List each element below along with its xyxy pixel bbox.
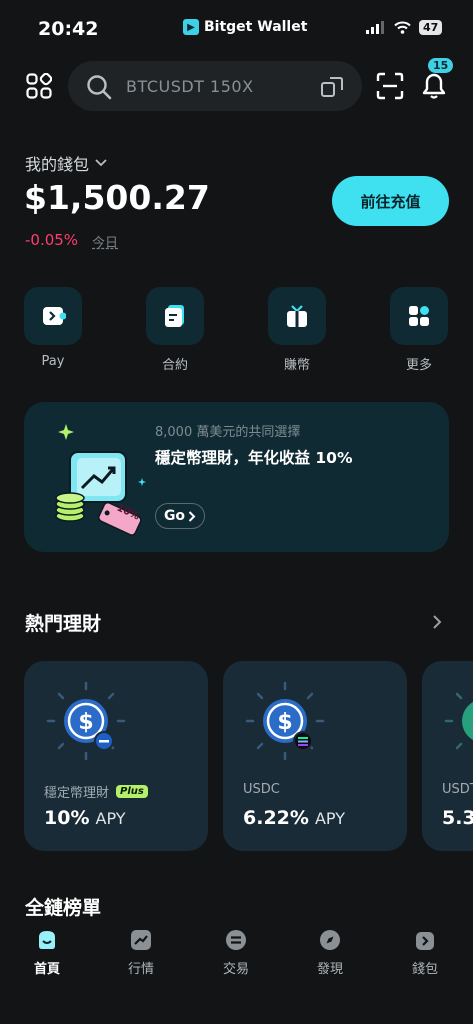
quick-action-pay[interactable]: Pay bbox=[23, 287, 83, 369]
card-label: USDT bbox=[442, 782, 473, 797]
battery-indicator: 47 bbox=[419, 20, 443, 35]
quick-action-label: 更多 bbox=[405, 358, 432, 373]
nav-discover[interactable]: 發現 bbox=[300, 928, 360, 977]
card-rate: 5.3 bbox=[442, 807, 473, 829]
wallet-selector[interactable]: 我的錢包 bbox=[25, 151, 107, 175]
chain-ranking-title: 全鏈榜單 bbox=[25, 897, 102, 919]
promo-banner[interactable]: 10% 8,000 萬美元的共同選擇 穩定幣理財，年化收益 10% Go bbox=[24, 402, 449, 552]
quick-action-contract[interactable]: 合約 bbox=[145, 287, 205, 373]
quick-action-more[interactable]: 更多 bbox=[389, 287, 449, 373]
card-rate: 10% bbox=[44, 807, 90, 829]
quick-action-label: Pay bbox=[41, 354, 65, 369]
pay-icon bbox=[24, 287, 82, 345]
usdt-coin-icon bbox=[444, 692, 473, 750]
card-title: 穩定幣理財 bbox=[44, 786, 110, 801]
wallet-icon bbox=[416, 932, 434, 950]
plus-badge: Plus bbox=[116, 785, 148, 798]
bitget-logo-icon: ▶ bbox=[183, 19, 199, 35]
nav-label: 錢包 bbox=[411, 962, 438, 977]
card-title: USDT bbox=[442, 782, 473, 797]
quick-action-label: 合約 bbox=[161, 358, 188, 373]
search-input[interactable]: BTCUSDT 150X bbox=[126, 77, 254, 96]
nav-label: 行情 bbox=[127, 962, 154, 977]
contract-icon bbox=[146, 287, 204, 345]
bell-icon[interactable] bbox=[420, 70, 448, 100]
promo-go-label: Go bbox=[163, 508, 186, 524]
chevron-right-icon[interactable] bbox=[432, 614, 442, 630]
wallet-balance: $1,500.27 bbox=[24, 178, 210, 217]
wallet-label: 我的錢包 bbox=[25, 155, 90, 174]
search-icon bbox=[87, 75, 112, 100]
svg-text:$: $ bbox=[78, 710, 93, 735]
nav-market[interactable]: 行情 bbox=[111, 928, 171, 977]
scan-icon[interactable] bbox=[376, 72, 404, 100]
card-rate: 6.22% bbox=[243, 807, 309, 829]
nav-label: 首頁 bbox=[33, 962, 60, 977]
promo-title: 穩定幣理財，年化收益 10% bbox=[155, 449, 353, 467]
promo-subtitle: 8,000 萬美元的共同選擇 bbox=[155, 425, 301, 440]
nav-wallet[interactable]: 錢包 bbox=[395, 928, 455, 977]
card-unit: APY bbox=[95, 809, 126, 828]
swap-copy-icon[interactable] bbox=[320, 75, 344, 99]
usdc-coin-icon: $ bbox=[245, 681, 325, 761]
card-title: USDC bbox=[243, 782, 280, 797]
chevron-right-icon bbox=[188, 510, 196, 522]
change-period[interactable]: 今日 bbox=[92, 232, 118, 251]
usdc-coin-icon: $ bbox=[46, 681, 126, 761]
apps-grid-icon[interactable] bbox=[26, 73, 52, 99]
card-apy: 6.22% APY bbox=[243, 807, 345, 829]
home-icon bbox=[39, 931, 55, 949]
card-apy: 5.3 bbox=[442, 807, 473, 829]
status-brand: ▶ Bitget Wallet bbox=[183, 19, 307, 35]
deposit-button[interactable]: 前往充值 bbox=[332, 176, 449, 226]
brand-name: Bitget Wallet bbox=[204, 19, 308, 35]
card-label: 穩定幣理財 Plus bbox=[44, 782, 148, 801]
chevron-down-icon bbox=[95, 159, 107, 167]
trade-swap-icon bbox=[226, 930, 246, 950]
status-time: 20:42 bbox=[38, 18, 99, 40]
card-apy: 10% APY bbox=[44, 807, 126, 829]
quick-action-label: 賺幣 bbox=[283, 358, 310, 373]
earn-card-stablecoin[interactable]: $ 穩定幣理財 Plus 10% APY bbox=[24, 661, 208, 851]
cellular-signal-icon bbox=[366, 21, 384, 34]
earn-gift-icon bbox=[268, 287, 326, 345]
card-unit: APY bbox=[314, 809, 345, 828]
nav-home[interactable]: 首頁 bbox=[17, 928, 77, 977]
status-indicators: 47 bbox=[366, 20, 443, 35]
nav-label: 交易 bbox=[222, 962, 249, 977]
market-chart-icon bbox=[131, 930, 151, 950]
quick-action-earn[interactable]: 賺幣 bbox=[267, 287, 327, 373]
nav-label: 發現 bbox=[316, 962, 343, 977]
search-bar[interactable]: BTCUSDT 150X bbox=[68, 61, 362, 111]
hot-section-title: 熱門理財 bbox=[25, 613, 102, 635]
nav-trade[interactable]: 交易 bbox=[206, 928, 266, 977]
notification-badge: 15 bbox=[428, 58, 454, 73]
card-label: USDC bbox=[243, 782, 280, 797]
more-grid-icon bbox=[390, 287, 448, 345]
svg-text:$: $ bbox=[277, 710, 292, 735]
earn-card-usdt[interactable]: USDT 5.3 bbox=[422, 661, 473, 851]
balance-change: -0.05% bbox=[25, 231, 79, 249]
bottom-nav: 首頁 行情 交易 發現 錢包 bbox=[0, 918, 473, 1024]
discover-compass-icon bbox=[320, 930, 340, 950]
earn-card-usdc[interactable]: $ USDC 6.22% APY bbox=[223, 661, 407, 851]
wifi-icon bbox=[394, 21, 411, 34]
promo-go-button[interactable]: Go bbox=[155, 503, 205, 529]
